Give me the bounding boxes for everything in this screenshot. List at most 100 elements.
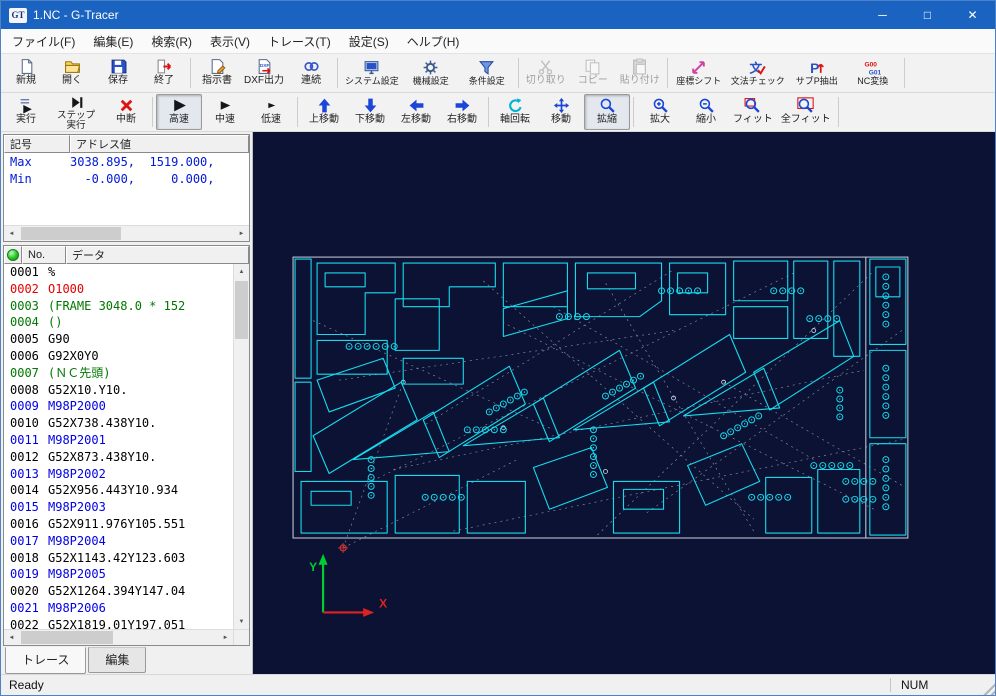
scrollbar-track[interactable] bbox=[19, 226, 234, 241]
exit-button[interactable]: 終了 bbox=[141, 55, 187, 91]
fit-all-button[interactable]: 全フィット bbox=[777, 94, 835, 130]
scrollbar-thumb[interactable] bbox=[21, 227, 121, 240]
syntax-check-button[interactable]: 文文法チェック bbox=[727, 55, 789, 91]
continuous-button[interactable]: 連続 bbox=[288, 55, 334, 91]
code-row[interactable]: 0006 G92X0Y0 bbox=[4, 348, 233, 365]
code-row[interactable]: 0012 G52X873.438Y10. bbox=[4, 449, 233, 466]
menu-item-4[interactable]: トレース(T) bbox=[259, 29, 340, 54]
mid-speed-button[interactable]: 中速 bbox=[202, 94, 248, 130]
zoom-in-button[interactable]: 拡大 bbox=[637, 94, 683, 130]
code-row[interactable]: 0004 () bbox=[4, 314, 233, 331]
code-row[interactable]: 0013 M98P2002 bbox=[4, 466, 233, 483]
maximize-button[interactable]: □ bbox=[905, 1, 950, 29]
scroll-left-button[interactable]: ◄ bbox=[4, 226, 19, 241]
scroll-up-button[interactable]: ▲ bbox=[234, 264, 249, 279]
menu-item-5[interactable]: 設定(S) bbox=[340, 29, 398, 54]
code-line-number: 0018 bbox=[10, 550, 39, 565]
tab-trace[interactable]: トレース bbox=[5, 647, 87, 674]
code-row[interactable]: 0005 G90 bbox=[4, 331, 233, 348]
axis-rotate-button[interactable]: 軸回転 bbox=[492, 94, 538, 130]
move-down-button[interactable]: 下移動 bbox=[347, 94, 393, 130]
nc-convert-button[interactable]: G00 G01 NC変換 bbox=[845, 55, 901, 91]
code-row[interactable]: 0016 G52X911.976Y105.551 bbox=[4, 516, 233, 533]
scrollbar-track[interactable] bbox=[19, 630, 218, 645]
system-settings-button[interactable]: システム設定 bbox=[341, 55, 403, 91]
machine-settings-button[interactable]: 機械設定 bbox=[403, 55, 459, 91]
toolbar-button-label: 拡大 bbox=[650, 114, 670, 126]
pan-button[interactable]: 移動 bbox=[538, 94, 584, 130]
fit-button[interactable]: フィット bbox=[729, 94, 777, 130]
menu-item-3[interactable]: 表示(V) bbox=[201, 29, 259, 54]
scroll-down-button[interactable]: ▼ bbox=[234, 614, 249, 629]
dxf-output-button[interactable]: DXF DXF出力 bbox=[240, 55, 288, 91]
code-row[interactable]: 0020 G52X1264.394Y147.04 bbox=[4, 583, 233, 600]
scrollbar-track[interactable] bbox=[234, 279, 249, 614]
code-hscrollbar[interactable]: ◄ ► bbox=[4, 629, 233, 645]
code-row[interactable]: 0002 O1000 bbox=[4, 281, 233, 298]
coord-shift-button[interactable]: 座標シフト bbox=[671, 55, 727, 91]
titlebar[interactable]: GT 1.NC - G-Tracer ─ □ ✕ bbox=[1, 1, 995, 29]
scrollbar-thumb[interactable] bbox=[21, 631, 113, 644]
zoom-mode-button[interactable]: 拡縮 bbox=[584, 94, 630, 130]
code-row[interactable]: 0017 M98P2004 bbox=[4, 533, 233, 550]
address-row[interactable]: Max 3038.895, 1519.000, bbox=[4, 153, 249, 170]
address-col-value[interactable]: アドレス値 bbox=[70, 135, 249, 153]
resize-grip[interactable] bbox=[979, 681, 995, 695]
code-row[interactable]: 0014 G52X956.443Y10.934 bbox=[4, 482, 233, 499]
code-row[interactable]: 0018 G52X1143.42Y123.603 bbox=[4, 550, 233, 567]
code-col-no[interactable]: No. bbox=[22, 246, 66, 264]
code-row[interactable]: 0008 G52X10.Y10. bbox=[4, 382, 233, 399]
app-icon: GT bbox=[9, 7, 27, 23]
scrollbar-thumb[interactable] bbox=[235, 281, 248, 339]
step-run-button[interactable]: ステップ実行 bbox=[49, 94, 103, 130]
trace-canvas[interactable]: Y X bbox=[253, 132, 995, 674]
code-row[interactable]: 0010 G52X738.438Y10. bbox=[4, 415, 233, 432]
tab-edit[interactable]: 編集 bbox=[88, 647, 147, 673]
trace-status-led-icon bbox=[7, 249, 19, 261]
code-vscrollbar[interactable]: ▲ ▼ bbox=[233, 264, 249, 629]
address-row[interactable]: Min -0.000, 0.000, bbox=[4, 170, 249, 187]
move-left-button[interactable]: 左移動 bbox=[393, 94, 439, 130]
code-col-data[interactable]: データ bbox=[66, 246, 249, 264]
menu-item-1[interactable]: 編集(E) bbox=[84, 29, 142, 54]
subp-extract-button[interactable]: P サブP抽出 bbox=[789, 55, 845, 91]
minimize-button[interactable]: ─ bbox=[860, 1, 905, 29]
low-speed-button[interactable]: 低速 bbox=[248, 94, 294, 130]
code-row[interactable]: 0021 M98P2006 bbox=[4, 600, 233, 617]
new-button[interactable]: 新規 bbox=[3, 55, 49, 91]
toolbar-button-label: サブP抽出 bbox=[795, 75, 838, 86]
zoom-out-button[interactable]: 縮小 bbox=[683, 94, 729, 130]
paste-button: 貼り付け bbox=[616, 55, 664, 91]
menu-item-2[interactable]: 検索(R) bbox=[142, 29, 201, 54]
menu-item-6[interactable]: ヘルプ(H) bbox=[398, 29, 469, 54]
move-up-button[interactable]: 上移動 bbox=[301, 94, 347, 130]
scroll-right-button[interactable]: ► bbox=[234, 226, 249, 241]
abort-button[interactable]: 中断 bbox=[103, 94, 149, 130]
scroll-right-button[interactable]: ► bbox=[218, 630, 233, 645]
code-row[interactable]: 0009 M98P2000 bbox=[4, 398, 233, 415]
code-row[interactable]: 0022 G52X1819.01Y197.051 bbox=[4, 617, 233, 629]
code-row[interactable]: 0001% bbox=[4, 264, 233, 281]
code-row[interactable]: 0011 M98P2001 bbox=[4, 432, 233, 449]
address-col-symbol[interactable]: 記号 bbox=[4, 135, 70, 153]
open-button[interactable]: 開く bbox=[49, 55, 95, 91]
condition-settings-button[interactable]: 条件設定 bbox=[459, 55, 515, 91]
high-speed-button[interactable]: 高速 bbox=[156, 94, 202, 130]
code-row[interactable]: 0019 M98P2005 bbox=[4, 566, 233, 583]
run-button[interactable]: 実行 bbox=[3, 94, 49, 130]
move-right-button[interactable]: 右移動 bbox=[439, 94, 485, 130]
code-panel: No. データ 0001% 0002 O1000 0003 (FRAME 3048.0 … bbox=[3, 245, 250, 646]
close-button[interactable]: ✕ bbox=[950, 1, 995, 29]
code-row[interactable]: 0007 (ＮＣ先頭) bbox=[4, 365, 233, 382]
left-panel: 記号 アドレス値 Max 3038.895, 1519.000, Min -0.00… bbox=[1, 132, 253, 674]
code-row[interactable]: 0015 M98P2003 bbox=[4, 499, 233, 516]
scroll-left-button[interactable]: ◄ bbox=[4, 630, 19, 645]
nc-convert-icon: G00 G01 bbox=[864, 59, 882, 76]
address-hscrollbar[interactable]: ◄ ► bbox=[4, 225, 249, 241]
code-row[interactable]: 0003 (FRAME 3048.0 * 152 bbox=[4, 298, 233, 315]
worksheet-button[interactable]: 指示書 bbox=[194, 55, 240, 91]
menu-item-0[interactable]: ファイル(F) bbox=[3, 29, 84, 54]
axis-y-label: Y bbox=[309, 560, 317, 574]
save-button[interactable]: 保存 bbox=[95, 55, 141, 91]
toolbar-button-label: 右移動 bbox=[447, 114, 477, 126]
